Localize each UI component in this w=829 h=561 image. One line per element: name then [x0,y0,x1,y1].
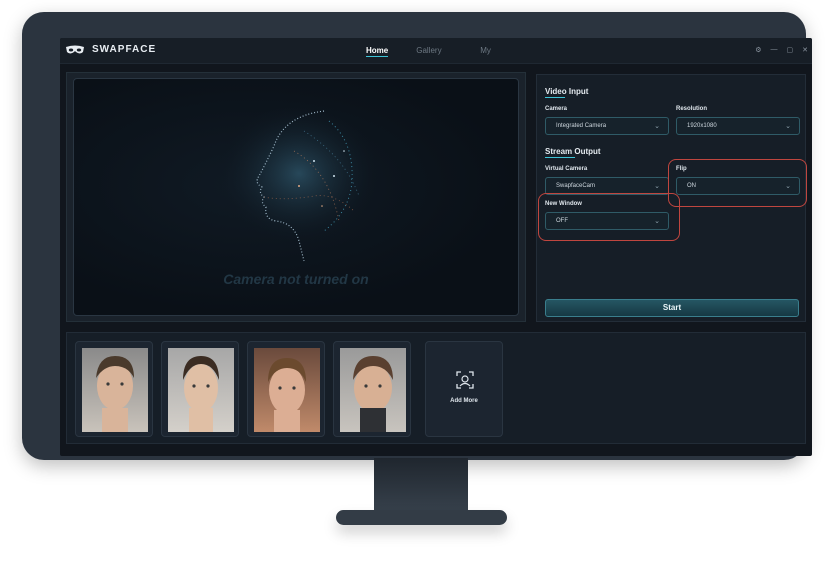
nav-gallery[interactable]: Gallery [416,46,480,57]
settings-icon[interactable]: ⚙ [755,46,761,54]
add-more-button[interactable]: Add More [425,341,503,437]
resolution-select-value: 1920x1080 [687,123,717,129]
stream-output-underline [545,157,575,158]
face-card-3[interactable] [247,341,325,437]
nav-my[interactable]: My [480,46,544,57]
flip-highlight-box [668,159,807,207]
settings-panel: Video Input Camera Integrated Camera ⌄ R… [536,74,807,322]
face-thumbnail [168,348,234,432]
face-card-2[interactable] [161,341,239,437]
chevron-down-icon: ⌄ [654,183,660,190]
mask-icon [65,45,85,55]
face-card-1[interactable] [75,341,153,437]
chevron-down-icon: ⌄ [785,123,791,130]
preview-container: Camera not turned on [66,72,526,322]
app-window: SWAPFACE Home Gallery My ⚙ — ▢ ✕ Camera … [60,38,812,456]
camera-status-text: Camera not turned on [223,271,369,287]
start-button[interactable]: Start [545,299,799,317]
camera-select[interactable]: Integrated Camera ⌄ [545,117,669,135]
app-name: SWAPFACE [92,44,157,55]
app-logo: SWAPFACE [65,44,156,55]
face-silhouette-image [204,101,384,276]
virtual-camera-select-value: SwapfaceCam [556,183,596,189]
maximize-icon[interactable]: ▢ [787,46,794,54]
video-input-title: Video Input [545,87,589,96]
chevron-down-icon: ⌄ [654,123,660,130]
face-thumbnail [82,348,148,432]
resolution-select[interactable]: 1920x1080 ⌄ [676,117,800,135]
minimize-icon[interactable]: — [771,46,778,54]
face-thumbnail [340,348,406,432]
resolution-label: Resolution [676,106,707,112]
face-thumbnail [254,348,320,432]
new-window-highlight-box [538,193,680,241]
camera-preview: Camera not turned on [73,78,519,316]
monitor-stand-base [336,510,507,525]
face-gallery: Add More [66,332,806,444]
stream-output-title: Stream Output [545,147,601,156]
close-icon[interactable]: ✕ [802,46,808,54]
virtual-camera-label: Virtual Camera [545,166,588,172]
face-scan-icon [455,370,475,395]
nav-home[interactable]: Home [366,46,389,57]
main-nav: Home Gallery My [366,46,544,57]
camera-label: Camera [545,106,568,112]
face-card-4[interactable] [333,341,411,437]
video-input-underline [545,97,565,98]
title-bar: SWAPFACE Home Gallery My ⚙ — ▢ ✕ [60,38,812,64]
window-controls: ⚙ — ▢ ✕ [755,46,808,54]
add-more-label: Add More [450,398,478,404]
monitor-frame: SWAPFACE Home Gallery My ⚙ — ▢ ✕ Camera … [22,12,812,460]
monitor-stand-neck [374,458,468,514]
camera-select-value: Integrated Camera [556,123,607,129]
